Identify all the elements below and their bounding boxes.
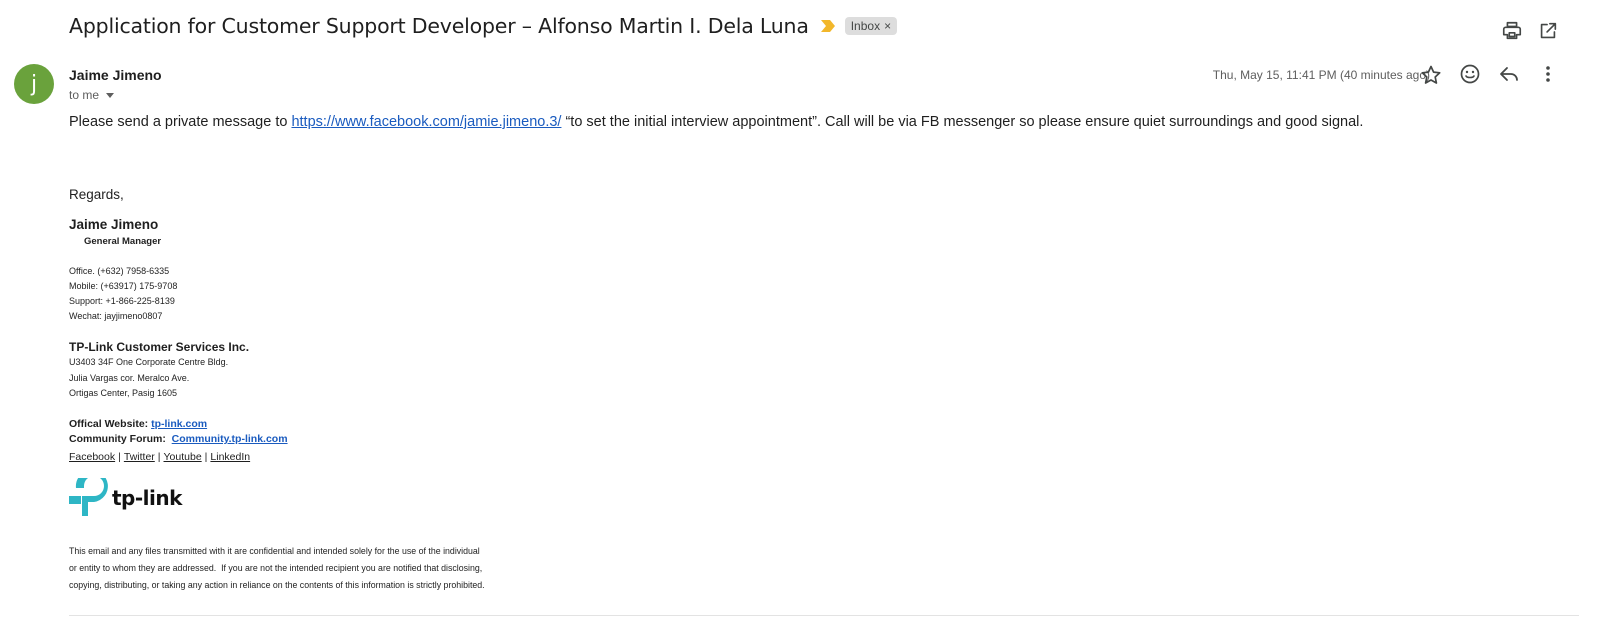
forum-label: Community Forum: <box>69 433 172 445</box>
twitter-link[interactable]: Twitter <box>124 451 155 463</box>
contact-mobile: Mobile: (+63917) 175-9708 <box>69 281 178 291</box>
website-link[interactable]: tp-link.com <box>151 418 207 430</box>
forum-link[interactable]: Community.tp-link.com <box>172 433 288 445</box>
signature-name: Jaime Jimeno <box>69 217 159 232</box>
sender-name[interactable]: Jaime Jimeno <box>69 67 162 83</box>
body-post-link: “to set the initial interview appointmen… <box>561 114 1364 130</box>
recipient-details-toggle[interactable]: to me <box>69 88 115 102</box>
chevron-down-icon <box>106 92 115 98</box>
print-icon[interactable] <box>1501 20 1523 42</box>
recipient-text: to me <box>69 88 100 102</box>
confidentiality-disclaimer: This email and any files transmitted wit… <box>69 543 529 594</box>
signature-regards: Regards, <box>69 187 124 202</box>
contact-wechat: Wechat: jayjimeno0807 <box>69 311 163 321</box>
community-forum-row: Community Forum: Community.tp-link.com <box>69 433 288 445</box>
website-label: Offical Website: <box>69 418 152 430</box>
social-separator: | <box>204 451 208 463</box>
message-divider <box>69 615 1579 616</box>
signature-title: General Manager <box>84 236 162 247</box>
open-in-new-window-icon[interactable] <box>1537 20 1559 42</box>
more-vertical-icon[interactable] <box>1536 62 1560 86</box>
inbox-label-text: Inbox <box>850 19 881 33</box>
linkedin-link[interactable]: LinkedIn <box>210 451 250 463</box>
sender-avatar[interactable]: j <box>14 64 54 104</box>
facebook-profile-link[interactable]: https://www.facebook.com/jamie.jimeno.3/ <box>291 114 561 130</box>
email-subject-row: Application for Customer Support Develop… <box>69 14 898 38</box>
remove-label-button[interactable]: × <box>884 19 891 33</box>
youtube-link[interactable]: Youtube <box>164 451 202 463</box>
signature-company: TP-Link Customer Services Inc. <box>69 340 250 354</box>
importance-marker-icon[interactable] <box>820 20 835 32</box>
address-line-2: Julia Vargas cor. Meralco Ave. <box>69 373 190 383</box>
tp-link-logo-mark-icon <box>69 478 108 516</box>
email-body-text: Please send a private message to https:/… <box>69 114 1363 130</box>
star-icon[interactable] <box>1419 63 1443 87</box>
address-line-3: Ortigas Center, Pasig 1605 <box>69 388 178 398</box>
contact-office: Office. (+632) 7958-6335 <box>69 266 170 276</box>
tp-link-logo: tp-link <box>68 478 182 518</box>
email-date: Thu, May 15, 11:41 PM (40 minutes ago) <box>1212 68 1430 82</box>
disclaimer-line-3: copying, distributing, or taking any act… <box>69 580 485 590</box>
social-separator: | <box>157 451 161 463</box>
emoji-reaction-icon[interactable] <box>1458 62 1482 86</box>
address-line-1: U3403 34F One Corporate Centre Bldg. <box>69 357 229 367</box>
disclaimer-line-2: or entity to whom they are addressed. If… <box>69 563 483 573</box>
reply-icon[interactable] <box>1497 62 1521 86</box>
official-website-row: Offical Website: tp-link.com <box>69 418 207 430</box>
body-pre-link: Please send a private message to <box>69 114 292 130</box>
contact-support: Support: +1-866-225-8139 <box>69 296 175 306</box>
inbox-label-chip[interactable]: Inbox × <box>844 17 898 35</box>
social-links: Facebook | Twitter | Youtube | LinkedIn <box>69 451 250 463</box>
tp-link-logo-text: tp-link <box>112 486 182 510</box>
email-subject: Application for Customer Support Develop… <box>69 14 809 38</box>
disclaimer-line-1: This email and any files transmitted wit… <box>69 546 480 556</box>
social-separator: | <box>118 451 121 463</box>
avatar-initial: j <box>30 71 38 97</box>
facebook-link[interactable]: Facebook <box>69 451 115 463</box>
